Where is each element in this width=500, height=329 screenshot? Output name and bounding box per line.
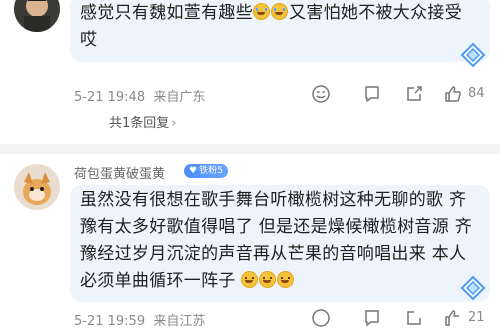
location: 来自江苏 (153, 314, 206, 329)
location: 来自广东 (153, 90, 206, 105)
comment-text-line: 豫经过岁月沉淀的声音再从芒果的音响唱出来 本人 (80, 244, 467, 264)
username[interactable]: 荷包蛋黄破蛋黄 (74, 163, 165, 182)
crying-face-icon (271, 3, 288, 20)
share-icon[interactable] (404, 84, 424, 104)
emoji-reaction-icon[interactable] (311, 308, 331, 328)
share-icon[interactable] (404, 308, 424, 328)
comment-text-line1-tail: 又害怕她不被大众接受 (289, 3, 462, 23)
timestamp: 5-21 19:48 (74, 90, 146, 105)
comment-text-line1: 感觉只有魏如萱有趣些 (80, 3, 253, 23)
avatar[interactable] (14, 0, 60, 32)
replies-label: 共1条回复 (109, 116, 170, 131)
comment-text-line: 虽然没有很想在歌手舞台听橄榄树这种无聊的歌 齐 (80, 190, 467, 210)
avatar[interactable] (14, 164, 60, 210)
chevron-right-icon: › (171, 116, 177, 131)
like-icon[interactable] (443, 84, 463, 104)
emoji-reaction-icon[interactable] (311, 84, 331, 104)
comment-text-line: 豫有太多好歌值得唱了 但是还是燥候橄榄树音源 齐 (80, 217, 473, 237)
timestamp: 5-21 19:59 (74, 314, 146, 329)
comment-meta: 5-21 19:48 来自广东 (74, 86, 205, 105)
comment-bubble[interactable]: 虽然没有很想在歌手舞台听橄榄树这种无聊的歌 齐 豫有太多好歌值得唱了 但是还是燥… (70, 185, 490, 302)
reply-comment-icon[interactable] (362, 308, 382, 328)
comment-text-line: 必须单曲循环一阵子 (80, 271, 236, 291)
comment-text-line2: 哎 (80, 30, 98, 50)
comment-text: 感觉只有魏如萱有趣些 又害怕她不被大众接受 哎 (80, 0, 480, 54)
grinning-sweat-face-icon (259, 271, 277, 288)
like-count: 84 (468, 86, 485, 101)
diamond-bounce-icon[interactable] (460, 275, 486, 301)
like-count: 21 (468, 310, 485, 325)
badge-label: 铁粉5 (199, 166, 223, 176)
section-divider (0, 144, 500, 154)
view-replies-link[interactable]: 共1条回复 › (109, 112, 176, 136)
comment-text: 虽然没有很想在歌手舞台听橄榄树这种无聊的歌 齐 豫有太多好歌值得唱了 但是还是燥… (80, 187, 490, 295)
comment-bubble[interactable]: 感觉只有魏如萱有趣些 又害怕她不被大众接受 哎 (70, 0, 490, 68)
diamond-bounce-icon[interactable] (460, 42, 486, 68)
grinning-sweat-face-icon (241, 271, 259, 288)
fan-level-badge: ♥ 铁粉5 (184, 164, 228, 178)
heart-icon: ♥ (189, 166, 198, 176)
reply-comment-icon[interactable] (362, 84, 382, 104)
grinning-sweat-face-icon (277, 271, 295, 288)
crying-face-icon (253, 3, 270, 20)
like-icon[interactable] (443, 308, 463, 328)
